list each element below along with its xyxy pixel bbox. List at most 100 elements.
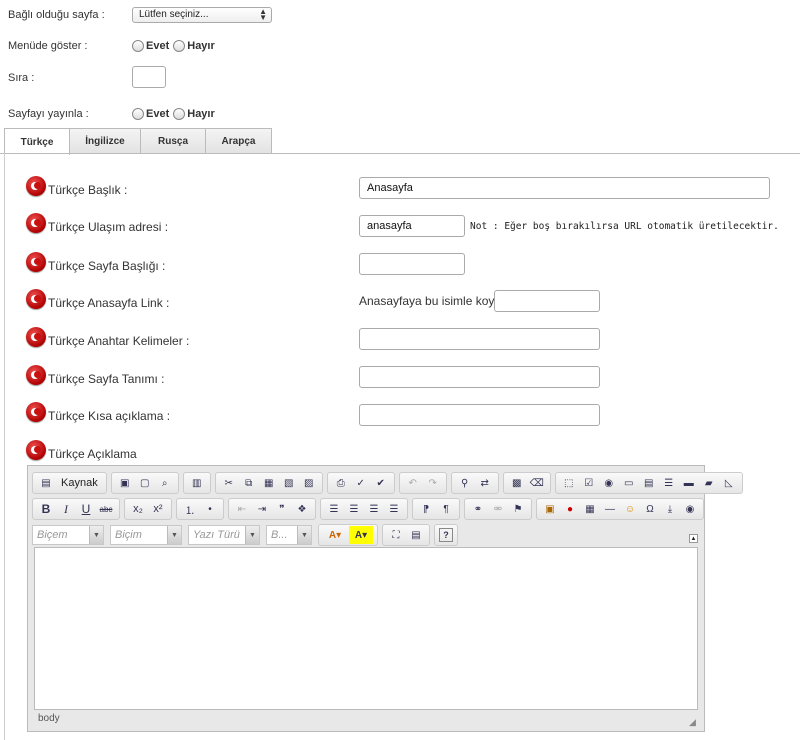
table-icon[interactable]: ▦ [581, 500, 599, 518]
short-desc-input[interactable] [359, 404, 600, 426]
outdent-icon[interactable]: ⇤ [233, 500, 251, 518]
help-icon[interactable]: ? [439, 528, 453, 542]
maximize-icon[interactable]: ⛶ [387, 526, 405, 544]
page-title-input[interactable] [359, 253, 465, 275]
spellcheck-icon[interactable]: ✓ [352, 474, 370, 492]
select-arrows-icon: ▲ ▼ [259, 7, 267, 22]
new-page-icon[interactable]: ▢ [136, 474, 154, 492]
indent-icon[interactable]: ⇥ [253, 500, 271, 518]
text-field-icon[interactable]: ▭ [620, 474, 638, 492]
spellcheck-as-you-type-icon[interactable]: ✔ [372, 474, 390, 492]
textarea-icon[interactable]: ▤ [640, 474, 658, 492]
undo-icon[interactable]: ↶ [404, 474, 422, 492]
italic-icon[interactable]: I [57, 500, 75, 518]
copy-icon[interactable]: ⧉ [240, 474, 258, 492]
select-all-icon[interactable]: ▩ [508, 474, 526, 492]
font-combo[interactable]: Yazı Türü ▼ [188, 525, 260, 545]
find-icon[interactable]: ⚲ [456, 474, 474, 492]
description-row: Türkçe Sayfa Tanımı : [26, 364, 165, 386]
button-field-icon[interactable]: ▬ [680, 474, 698, 492]
save-icon[interactable]: ▣ [116, 474, 134, 492]
indent-group: ⇤ ⇥ ❞ ❖ [228, 498, 316, 520]
tab-turkce[interactable]: Türkçe [4, 128, 70, 155]
turkish-flag-icon [26, 176, 46, 196]
keywords-input[interactable] [359, 328, 600, 350]
source-button[interactable]: Kaynak [57, 474, 102, 492]
align-right-icon[interactable]: ☰ [365, 500, 383, 518]
iframe-icon[interactable]: ◉ [681, 500, 699, 518]
text-color-icon[interactable]: A▾ [323, 526, 347, 544]
editor-content-area[interactable] [34, 547, 698, 710]
editor-element-path[interactable]: body [38, 713, 60, 724]
show-blocks-icon[interactable]: ▤ [407, 526, 425, 544]
collapse-toolbar-icon[interactable]: ▲ [689, 534, 698, 543]
blockquote-icon[interactable]: ❞ [273, 500, 291, 518]
horizontal-rule-icon[interactable]: — [601, 500, 619, 518]
rtl-icon[interactable]: ¶ [437, 500, 455, 518]
redo-icon[interactable]: ↷ [424, 474, 442, 492]
bold-icon[interactable]: B [37, 500, 55, 518]
home-link-input[interactable] [494, 290, 600, 312]
numbered-list-icon[interactable]: ⒈ [181, 500, 199, 518]
order-input[interactable] [132, 66, 166, 88]
ltr-icon[interactable]: ⁋ [417, 500, 435, 518]
resize-grip-icon[interactable]: ◢ [689, 717, 699, 727]
url-label: Türkçe Ulaşım adresi : [48, 220, 169, 234]
title-input[interactable]: Anasayfa [359, 177, 770, 199]
bg-color-icon[interactable]: A▾ [349, 526, 373, 544]
publish-no-radio[interactable] [173, 108, 186, 120]
link-group: ⚭ ⚮ ⚑ [464, 498, 532, 520]
content-row: Türkçe Açıklama [26, 439, 137, 461]
cut-icon[interactable]: ✂ [220, 474, 238, 492]
description-input[interactable] [359, 366, 600, 388]
form-icon[interactable]: ⬚ [560, 474, 578, 492]
paste-icon[interactable]: ▦ [260, 474, 278, 492]
remove-format-icon[interactable]: ⌫ [528, 474, 546, 492]
url-input[interactable]: anasayfa [359, 215, 465, 237]
print-spell-group: ⎙ ✓ ✔ [326, 472, 395, 494]
show-in-menu-yes-radio[interactable] [132, 40, 144, 52]
image-icon[interactable]: ▣ [541, 500, 559, 518]
size-combo[interactable]: B... ▼ [266, 525, 312, 545]
flash-icon[interactable]: ● [561, 500, 579, 518]
align-left-icon[interactable]: ☰ [325, 500, 343, 518]
bulleted-list-icon[interactable]: • [201, 500, 219, 518]
subscript-icon[interactable]: x₂ [129, 500, 147, 518]
show-in-menu-no-radio[interactable] [173, 40, 186, 52]
smiley-icon[interactable]: ☺ [621, 500, 639, 518]
anchor-icon[interactable]: ⚑ [509, 500, 527, 518]
parent-page-select[interactable]: Lütfen seçiniz... ▲ ▼ [132, 7, 272, 23]
align-justify-icon[interactable]: ☰ [385, 500, 403, 518]
special-char-icon[interactable]: Ω [641, 500, 659, 518]
underline-icon[interactable]: U [77, 500, 95, 518]
div-container-icon[interactable]: ❖ [293, 500, 311, 518]
description-label: Türkçe Sayfa Tanımı : [48, 372, 165, 386]
unlink-icon[interactable]: ⚮ [489, 500, 507, 518]
preview-icon[interactable]: ⌕ [156, 474, 174, 492]
superscript-icon[interactable]: x² [149, 500, 167, 518]
checkbox-icon[interactable]: ☑ [580, 474, 598, 492]
image-button-icon[interactable]: ▰ [700, 474, 718, 492]
templates-icon[interactable]: ▥ [188, 474, 206, 492]
format-combo[interactable]: Biçim ▼ [110, 525, 182, 545]
style-combo[interactable]: Biçem ▼ [32, 525, 104, 545]
select-field-icon[interactable]: ☰ [660, 474, 678, 492]
link-icon[interactable]: ⚭ [469, 500, 487, 518]
parent-page-select-value: Lütfen seçiniz... [139, 9, 209, 20]
paste-text-icon[interactable]: ▧ [280, 474, 298, 492]
show-in-menu-yes-label: Evet [146, 40, 170, 52]
tab-arapca[interactable]: Arapça [205, 128, 272, 154]
replace-icon[interactable]: ⇄ [476, 474, 494, 492]
strikethrough-icon[interactable]: abc [97, 500, 115, 518]
page-break-icon[interactable]: ⤓ [661, 500, 679, 518]
paste-word-icon[interactable]: ▨ [300, 474, 318, 492]
hidden-field-icon[interactable]: ◺ [720, 474, 738, 492]
publish-yes-radio[interactable] [132, 108, 144, 120]
turkish-flag-icon [26, 327, 46, 347]
tab-ingilizce[interactable]: İngilizce [69, 128, 141, 154]
tab-rusca[interactable]: Rusça [140, 128, 206, 154]
align-center-icon[interactable]: ☰ [345, 500, 363, 518]
print-icon[interactable]: ⎙ [332, 474, 350, 492]
radio-icon[interactable]: ◉ [600, 474, 618, 492]
turkish-flag-icon [26, 213, 46, 233]
